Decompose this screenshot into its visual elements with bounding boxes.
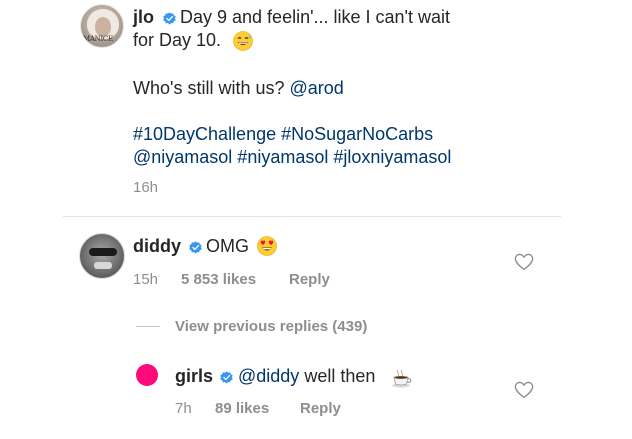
jlo-avatar[interactable]: MANICE	[80, 4, 124, 48]
comment-username[interactable]: diddy	[133, 236, 181, 257]
comment-reply-button[interactable]: Reply	[289, 271, 330, 288]
avatar-mouth	[94, 262, 112, 269]
verified-badge-icon	[220, 371, 233, 384]
comment-text: OMG	[206, 236, 249, 256]
reply-text: well then	[304, 366, 376, 386]
avatar-glasses	[89, 248, 117, 256]
comment-likes[interactable]: 5 853 likes	[181, 271, 256, 288]
reply-reply-button[interactable]: Reply	[300, 400, 341, 417]
post-caption-line1: Day 9 and feelin'... like I can't wait	[180, 7, 451, 27]
post-timestamp: 16h	[133, 179, 159, 196]
reply-likes[interactable]: 89 likes	[215, 400, 269, 417]
avatar-face	[95, 17, 111, 37]
girls-avatar[interactable]	[136, 364, 158, 386]
sweat-smile-emoji	[233, 31, 253, 51]
post-caption-line2: for Day 10.	[133, 30, 222, 50]
view-previous-replies[interactable]: View previous replies (439)	[175, 318, 367, 335]
heart-eyes-emoji	[257, 236, 277, 256]
verified-badge-icon	[189, 241, 202, 254]
hashtags-line2[interactable]: @niyamasol #niyamasol #jloxniyamasol	[133, 147, 451, 168]
post-question: Who's still with us? @arod	[133, 78, 344, 99]
diddy-avatar[interactable]	[79, 233, 125, 279]
verified-badge-icon	[163, 12, 176, 25]
mention-diddy[interactable]: @diddy	[238, 366, 299, 386]
divider	[63, 216, 561, 217]
comment-timestamp: 15h	[133, 271, 159, 288]
post-username[interactable]: jlo	[133, 7, 154, 28]
avatar-tag: MANICE	[83, 35, 113, 43]
coffee-emoji	[392, 369, 412, 388]
heart-outline-icon[interactable]	[514, 381, 534, 399]
reply-timestamp: 7h	[175, 400, 192, 417]
replies-line	[136, 326, 160, 327]
hashtags-line1[interactable]: #10DayChallenge #NoSugarNoCarbs	[133, 124, 433, 145]
reply-content: @diddy well then	[238, 366, 375, 387]
question-prefix: Who's still with us?	[133, 78, 285, 98]
reply-username[interactable]: girls	[175, 366, 213, 387]
mention-arod[interactable]: @arod	[290, 78, 344, 98]
heart-outline-icon[interactable]	[514, 253, 534, 271]
